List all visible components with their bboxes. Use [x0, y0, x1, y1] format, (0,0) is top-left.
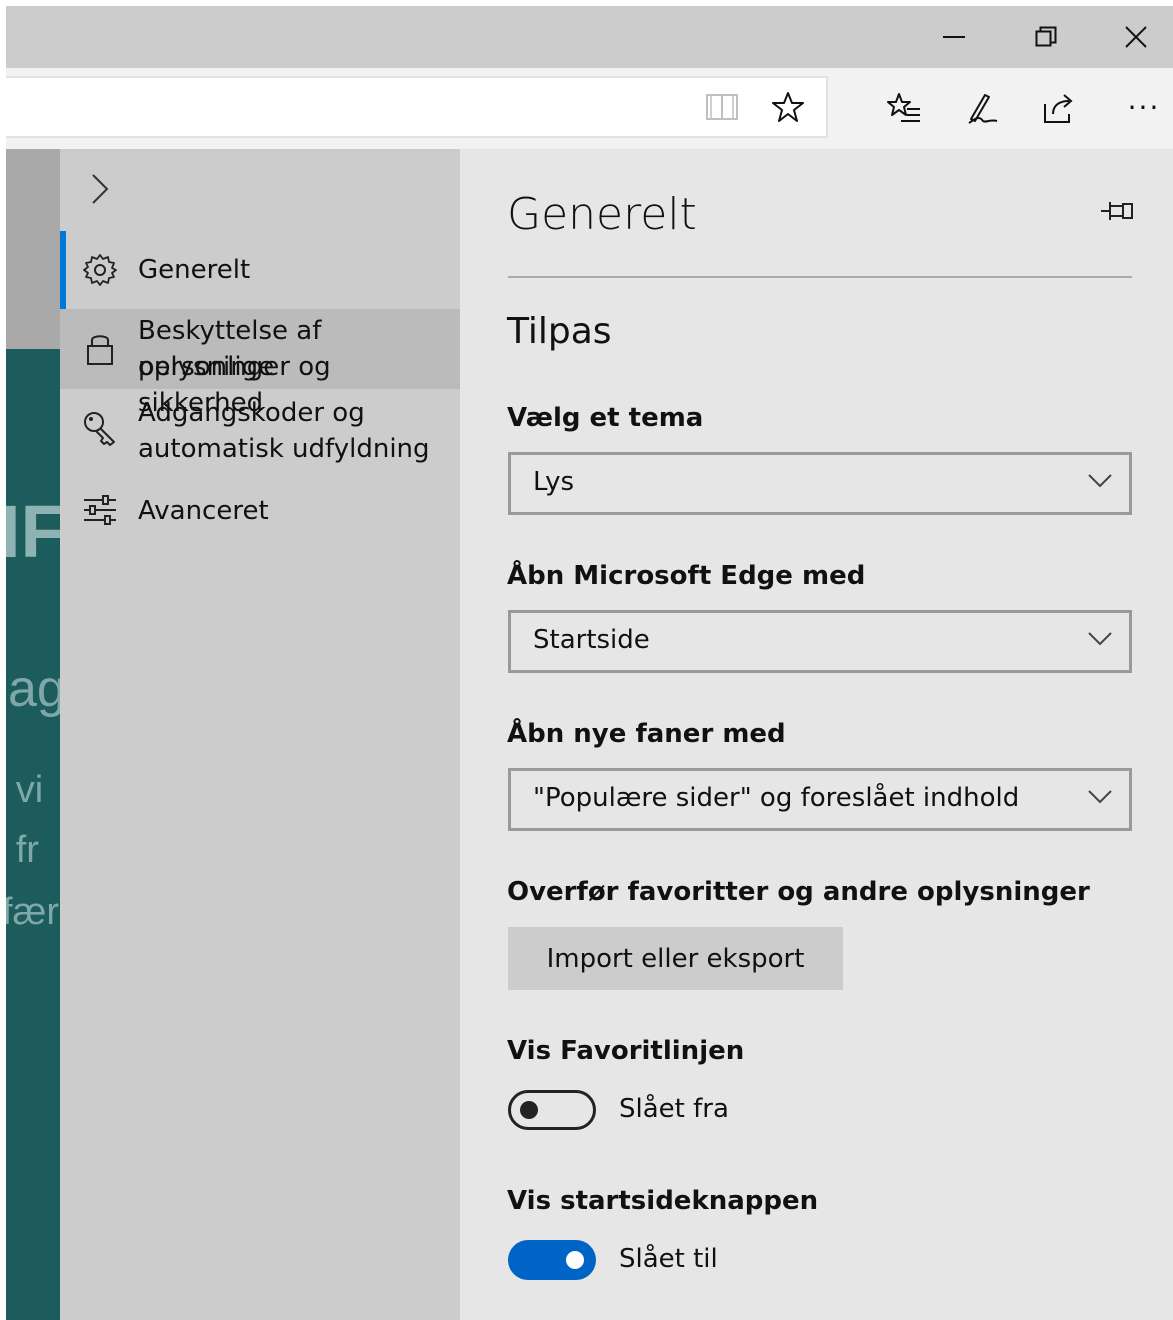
open-with-select-value: Startside	[533, 625, 650, 655]
nav-item-label: Avanceret	[138, 496, 269, 526]
nav-item-passwords-autofill[interactable]: Adgangskoder og automatisk udfyldning	[60, 391, 460, 471]
address-bar[interactable]	[6, 76, 828, 138]
more-button[interactable]: ···	[1122, 88, 1166, 128]
theme-label: Vælg et tema	[507, 403, 704, 433]
toggle-knob	[520, 1101, 538, 1119]
gear-icon	[82, 252, 118, 288]
favorites-hub-button[interactable]	[884, 88, 924, 128]
open-with-label: Åbn Microsoft Edge med	[507, 561, 866, 591]
add-favorite-button[interactable]	[768, 87, 808, 127]
background-text-fragment: fær	[6, 891, 59, 933]
nav-item-label: Generelt	[138, 255, 251, 285]
collapse-nav-button[interactable]	[90, 173, 124, 207]
pin-button[interactable]	[1100, 199, 1136, 229]
nav-item-label: Adgangskoder og	[138, 398, 365, 428]
background-text-fragment: ag	[8, 660, 60, 718]
new-tabs-select[interactable]: "Populære sider" og foreslået indhold	[508, 768, 1132, 831]
title-bar	[6, 6, 1173, 68]
chevron-down-icon	[1087, 473, 1113, 489]
chevron-down-icon	[1087, 789, 1113, 805]
share-button[interactable]	[1040, 88, 1080, 128]
toolbar: ···	[6, 68, 1173, 149]
new-tabs-select-value: "Populære sider" og foreslået indhold	[533, 783, 1020, 813]
title-divider	[508, 276, 1132, 278]
section-title: Tilpas	[507, 311, 612, 352]
theme-select-value: Lys	[533, 467, 575, 497]
import-export-button[interactable]: Import eller eksport	[508, 927, 843, 990]
pin-icon	[1100, 199, 1136, 223]
home-button-state: Slået til	[619, 1244, 718, 1274]
chevron-right-icon	[90, 173, 124, 205]
background-text-fragment: g fr	[6, 829, 39, 871]
nav-item-general[interactable]: Generelt	[60, 231, 460, 309]
home-button-label: Vis startsideknappen	[507, 1186, 819, 1216]
favorites-bar-label: Vis Favoritlinjen	[507, 1036, 745, 1066]
theme-select[interactable]: Lys	[508, 452, 1132, 515]
sliders-icon	[82, 492, 118, 528]
favorites-bar-toggle[interactable]	[508, 1090, 596, 1130]
minimize-button[interactable]	[908, 6, 1000, 68]
background-text-fragment: IF	[6, 490, 60, 573]
ellipsis-icon: ···	[1127, 91, 1161, 124]
transfer-label: Overfør favoritter og andre oplysninger	[507, 877, 1090, 907]
nav-item-privacy-security[interactable]: Beskyttelse af personlige oplysninger og…	[60, 309, 460, 418]
active-indicator	[60, 231, 66, 309]
star-icon	[772, 91, 804, 123]
web-note-button[interactable]	[962, 88, 1002, 128]
toggle-knob	[566, 1251, 584, 1269]
nav-item-label: automatisk udfyldning	[138, 434, 430, 464]
key-icon	[82, 411, 118, 447]
restore-button[interactable]	[1000, 6, 1092, 68]
chevron-down-icon	[1087, 631, 1113, 647]
nav-item-advanced[interactable]: Avanceret	[60, 475, 460, 547]
settings-panel: Generelt Tilpas Vælg et tema Lys Åbn Mic…	[460, 149, 1173, 1320]
home-button-toggle[interactable]	[508, 1240, 596, 1280]
new-tabs-label: Åbn nye faner med	[507, 719, 786, 749]
favorites-list-icon	[887, 92, 921, 124]
lock-icon	[82, 331, 118, 367]
close-icon	[1125, 26, 1147, 48]
background-page-header	[6, 149, 60, 349]
reading-view-button[interactable]	[702, 87, 742, 127]
restore-icon	[1035, 26, 1057, 48]
favorites-bar-state: Slået fra	[619, 1094, 729, 1124]
pen-icon	[965, 91, 999, 125]
background-text-fragment: g vi	[6, 769, 44, 811]
book-icon	[706, 93, 738, 121]
close-button[interactable]	[1090, 6, 1173, 68]
minimize-icon	[943, 35, 965, 39]
open-with-select[interactable]: Startside	[508, 610, 1132, 673]
settings-nav: Generelt Beskyttelse af personlige oplys…	[60, 149, 460, 1320]
share-icon	[1043, 92, 1077, 124]
background-page: IF ag g vi g fr fær	[6, 149, 60, 1320]
page-title: Generelt	[507, 189, 697, 240]
